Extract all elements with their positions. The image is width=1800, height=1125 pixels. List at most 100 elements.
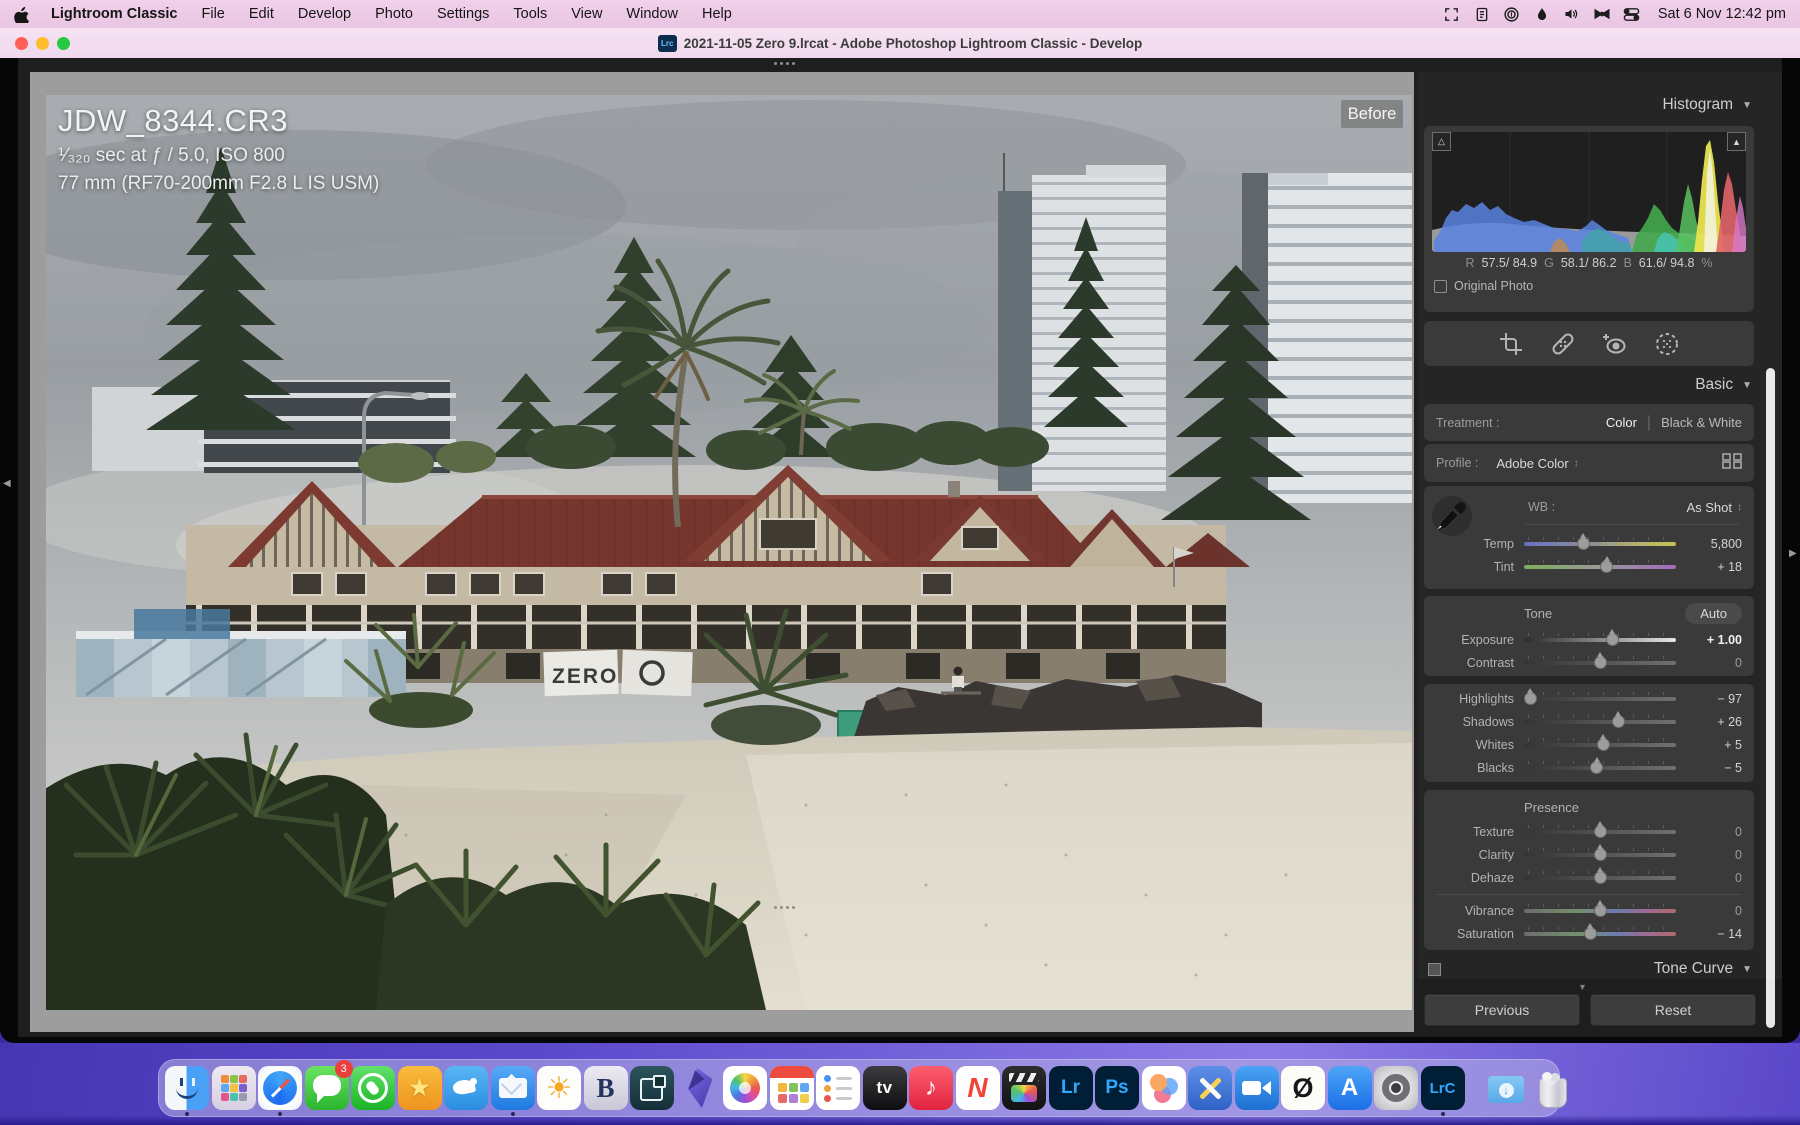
dock-icon-launchpad[interactable] bbox=[212, 1063, 256, 1113]
basic-panel-header[interactable]: Basic▼ bbox=[1424, 376, 1754, 394]
dock-icon-lightroom[interactable]: Lr bbox=[1049, 1063, 1093, 1113]
temp-value[interactable]: 5,800 bbox=[1676, 537, 1754, 551]
menu-window[interactable]: Window bbox=[614, 6, 690, 22]
tint-slider-track[interactable] bbox=[1524, 565, 1676, 569]
profile-value[interactable]: Adobe Color bbox=[1496, 456, 1568, 471]
whites-slider-track[interactable] bbox=[1524, 743, 1676, 747]
vibrance-value[interactable]: 0 bbox=[1676, 904, 1754, 918]
menu-edit[interactable]: Edit bbox=[237, 6, 286, 22]
tone-curve-panel-header[interactable]: Tone Curve▼ bbox=[1424, 957, 1754, 981]
menu-clock[interactable]: Sat 6 Nov 12:42 pm bbox=[1658, 6, 1786, 22]
menu-file[interactable]: File bbox=[190, 6, 237, 22]
healing-tool-icon[interactable] bbox=[1549, 330, 1577, 358]
profile-browser-icon[interactable] bbox=[1722, 453, 1742, 474]
apple-menu-icon[interactable] bbox=[14, 6, 29, 23]
photo-preview[interactable]: ZERO bbox=[46, 95, 1412, 1010]
menu-develop[interactable]: Develop bbox=[286, 6, 363, 22]
saturation-slider-track[interactable] bbox=[1524, 932, 1676, 936]
expand-icon[interactable] bbox=[1442, 5, 1462, 23]
wb-stepper-icon[interactable]: ↕ bbox=[1737, 502, 1742, 513]
menu-view[interactable]: View bbox=[559, 6, 614, 22]
saturation-slider-thumb[interactable] bbox=[1584, 927, 1597, 940]
vibrance-slider-thumb[interactable] bbox=[1594, 904, 1607, 917]
saturation-value[interactable]: − 14 bbox=[1676, 927, 1754, 941]
dock-icon-mail[interactable] bbox=[491, 1063, 535, 1113]
dock-icon-news[interactable]: N bbox=[956, 1063, 1000, 1113]
treatment-bw-option[interactable]: Black & White bbox=[1661, 415, 1742, 430]
shadows-slider-track[interactable] bbox=[1524, 720, 1676, 724]
blacks-slider-track[interactable] bbox=[1524, 766, 1676, 770]
droplet-icon[interactable] bbox=[1532, 5, 1552, 23]
highlight-clipping-indicator[interactable]: ▲ bbox=[1727, 132, 1746, 151]
blacks-value[interactable]: − 5 bbox=[1676, 761, 1754, 775]
control-center-icon[interactable] bbox=[1622, 5, 1642, 23]
dehaze-value[interactable]: 0 bbox=[1676, 871, 1754, 885]
highlights-value[interactable]: − 97 bbox=[1676, 692, 1754, 706]
reset-button[interactable]: Reset bbox=[1590, 994, 1756, 1026]
texture-slider-thumb[interactable] bbox=[1594, 825, 1607, 838]
whites-value[interactable]: + 5 bbox=[1676, 738, 1754, 752]
blacks-slider-thumb[interactable] bbox=[1590, 761, 1603, 774]
dock-icon-crystal[interactable] bbox=[677, 1063, 721, 1113]
dock-icon-oslash[interactable]: Ø bbox=[1281, 1063, 1325, 1113]
dehaze-slider-thumb[interactable] bbox=[1594, 871, 1607, 884]
dock-icon-twitter[interactable] bbox=[444, 1063, 488, 1113]
dock-icon-sunburst[interactable]: ☀ bbox=[537, 1063, 581, 1113]
dock-icon-finalcut[interactable] bbox=[1002, 1063, 1046, 1113]
dock-icon-tools[interactable] bbox=[1188, 1063, 1232, 1113]
clarity-value[interactable]: 0 bbox=[1676, 848, 1754, 862]
menu-app-name[interactable]: Lightroom Classic bbox=[39, 6, 190, 22]
vibrance-slider-track[interactable] bbox=[1524, 909, 1676, 913]
bowtie-icon[interactable] bbox=[1592, 5, 1612, 23]
clarity-slider-track[interactable] bbox=[1524, 853, 1676, 857]
dock-icon-photomator[interactable] bbox=[1142, 1063, 1186, 1113]
shadows-value[interactable]: + 26 bbox=[1676, 715, 1754, 729]
tint-slider-thumb[interactable] bbox=[1600, 560, 1613, 573]
texture-slider-track[interactable] bbox=[1524, 830, 1676, 834]
dock-icon-downloads[interactable] bbox=[1484, 1063, 1528, 1113]
treatment-color-option[interactable]: Color bbox=[1606, 415, 1637, 430]
contrast-slider-thumb[interactable] bbox=[1594, 656, 1607, 669]
whites-slider-thumb[interactable] bbox=[1597, 738, 1610, 751]
dock-icon-bbedit[interactable]: B bbox=[584, 1063, 628, 1113]
dock-icon-music[interactable]: ♪ bbox=[909, 1063, 953, 1113]
dock-icon-photos[interactable] bbox=[723, 1063, 767, 1113]
highlights-slider-track[interactable] bbox=[1524, 697, 1676, 701]
shadow-clipping-indicator[interactable]: △ bbox=[1432, 132, 1451, 151]
panel-scrollbar[interactable] bbox=[1766, 368, 1775, 1028]
left-panel-reveal-arrow[interactable]: ◀ bbox=[3, 478, 11, 489]
minimize-window-button[interactable] bbox=[36, 37, 49, 50]
dock-icon-whatsapp[interactable] bbox=[351, 1063, 395, 1113]
volume-icon[interactable] bbox=[1562, 5, 1582, 23]
exposure-slider-thumb[interactable] bbox=[1606, 633, 1619, 646]
masking-tool-icon[interactable] bbox=[1653, 330, 1681, 358]
redeye-tool-icon[interactable] bbox=[1601, 330, 1629, 358]
original-photo-checkbox[interactable] bbox=[1434, 280, 1447, 293]
zoom-window-button[interactable] bbox=[57, 37, 70, 50]
notes-icon[interactable] bbox=[1472, 5, 1492, 23]
dock-icon-finder[interactable] bbox=[165, 1063, 209, 1113]
clarity-slider-thumb[interactable] bbox=[1594, 848, 1607, 861]
dock-icon-facetime[interactable] bbox=[1235, 1063, 1279, 1113]
exposure-slider-track[interactable] bbox=[1524, 638, 1676, 642]
dock-icon-starchat[interactable]: ★ bbox=[398, 1063, 442, 1113]
dock-icon-lrclassic[interactable]: LrC bbox=[1421, 1063, 1465, 1113]
histogram-panel-header[interactable]: Histogram▼ bbox=[1424, 96, 1754, 114]
close-window-button[interactable] bbox=[15, 37, 28, 50]
dock-icon-screens[interactable] bbox=[630, 1063, 674, 1113]
contrast-slider-track[interactable] bbox=[1524, 661, 1676, 665]
temp-slider-thumb[interactable] bbox=[1577, 537, 1590, 550]
profile-stepper-icon[interactable]: ↕ bbox=[1574, 458, 1579, 469]
wb-value[interactable]: As Shot bbox=[1686, 500, 1732, 515]
auto-button[interactable]: Auto bbox=[1685, 603, 1742, 624]
dock-icon-reminders[interactable] bbox=[816, 1063, 860, 1113]
menu-tools[interactable]: Tools bbox=[501, 6, 559, 22]
texture-value[interactable]: 0 bbox=[1676, 825, 1754, 839]
menu-help[interactable]: Help bbox=[690, 6, 744, 22]
dock-icon-calendar[interactable] bbox=[770, 1063, 814, 1113]
tint-value[interactable]: + 18 bbox=[1676, 560, 1754, 574]
right-panel-reveal-arrow[interactable]: ▶ bbox=[1789, 548, 1797, 559]
dock-icon-trash[interactable] bbox=[1530, 1063, 1574, 1113]
top-panel-grip[interactable] bbox=[774, 62, 795, 65]
dock-icon-messages[interactable]: 3 bbox=[305, 1063, 349, 1113]
